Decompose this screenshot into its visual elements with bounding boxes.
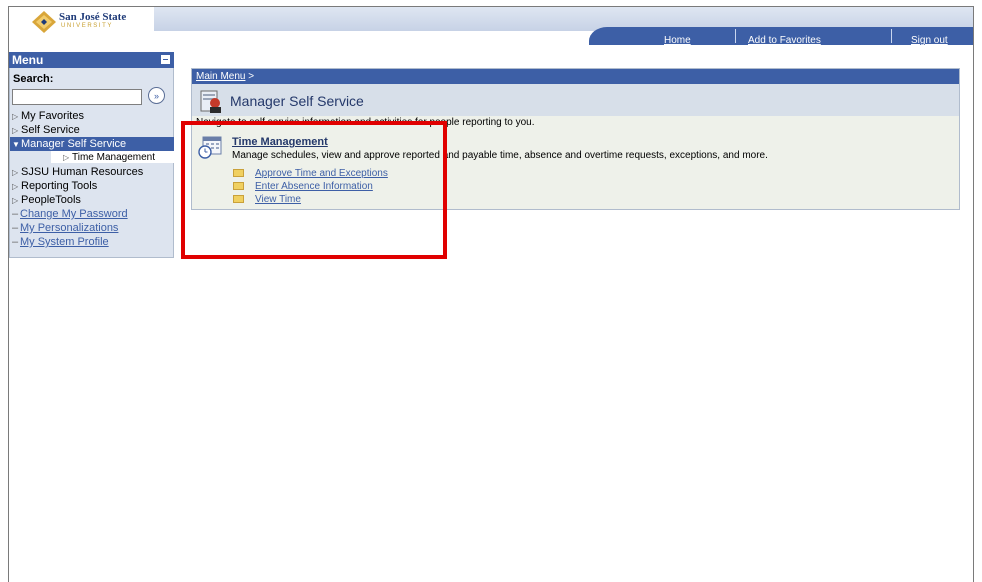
dash-icon: – [12, 222, 19, 234]
menu-item-my-personalizations[interactable]: – My Personalizations [10, 221, 174, 235]
menu-item-label: My System Profile [20, 236, 109, 248]
page-title-bar: Manager Self Service [192, 84, 959, 116]
expand-arrow-icon: ▷ [12, 196, 19, 205]
menu-item-label: PeopleTools [21, 194, 81, 206]
breadcrumb-main-menu-link[interactable]: Main Menu [196, 71, 245, 82]
manager-self-service-icon [200, 90, 221, 113]
menu-header: Menu [9, 52, 174, 68]
menu-item-my-favorites[interactable]: ▷ My Favorites [10, 109, 174, 123]
menu-item-self-service[interactable]: ▷ Self Service [10, 123, 174, 137]
menu-item-label: Change My Password [20, 208, 128, 220]
menu-item-label: My Favorites [21, 110, 84, 122]
header: San José State UNIVERSITY Home Add to Fa… [9, 7, 973, 46]
breadcrumb-separator: > [248, 71, 255, 82]
menu-item-label: Self Service [21, 124, 80, 136]
search-go-button[interactable]: » [148, 87, 165, 104]
search-input[interactable] [12, 89, 142, 105]
logo-sub: UNIVERSITY [61, 23, 114, 29]
expand-arrow-icon: ▷ [12, 126, 19, 135]
menu-item-change-password[interactable]: – Change My Password [10, 207, 174, 221]
breadcrumb: Main Menu > [192, 69, 959, 84]
menu-item-reporting-tools[interactable]: ▷ Reporting Tools [10, 179, 174, 193]
logo-name: San José State [59, 11, 127, 23]
menu-item-label: Manager Self Service [21, 138, 127, 150]
expand-arrow-icon: ▷ [12, 182, 19, 191]
add-to-favorites-link[interactable]: Add to Favorites [748, 35, 821, 46]
dash-icon: – [12, 236, 19, 248]
sjsu-seal-icon [32, 11, 56, 33]
search-label: Search: [13, 73, 54, 85]
menu-item-label: Reporting Tools [21, 180, 98, 192]
page-title: Manager Self Service [230, 93, 364, 109]
sjsu-logo[interactable]: San José State UNIVERSITY [31, 10, 141, 36]
menu-item-label: My Personalizations [20, 222, 119, 234]
dash-icon: – [12, 208, 19, 220]
nav-separator [891, 29, 892, 43]
collapse-arrow-icon: ▼ [12, 140, 20, 149]
menu-item-manager-self-service[interactable]: ▼Manager Self Service [10, 137, 174, 151]
side-menu: Search: » ▷ My Favorites ▷ Self Service ▼M… [9, 68, 215, 258]
collapse-menu-icon[interactable] [161, 55, 170, 64]
browser-page: San José State UNIVERSITY Home Add to Fa… [8, 6, 974, 582]
sign-out-link[interactable]: Sign out [911, 35, 948, 46]
menu-item-label: SJSU Human Resources [21, 166, 144, 178]
expand-arrow-icon: ▷ [12, 112, 19, 121]
nav-separator [735, 29, 736, 43]
menu-item-sjsu-human-resources[interactable]: ▷ SJSU Human Resources [10, 165, 174, 179]
menu-item-my-system-profile[interactable]: – My System Profile [10, 235, 174, 249]
menu-item-label: Time Management [72, 152, 155, 163]
highlight-box [181, 121, 447, 259]
expand-arrow-icon: ▷ [63, 153, 70, 162]
menu-item-peopletools[interactable]: ▷ PeopleTools [10, 193, 174, 207]
home-link[interactable]: Home [664, 35, 691, 46]
menu-title: Menu [12, 53, 44, 67]
expand-arrow-icon: ▷ [12, 168, 19, 177]
